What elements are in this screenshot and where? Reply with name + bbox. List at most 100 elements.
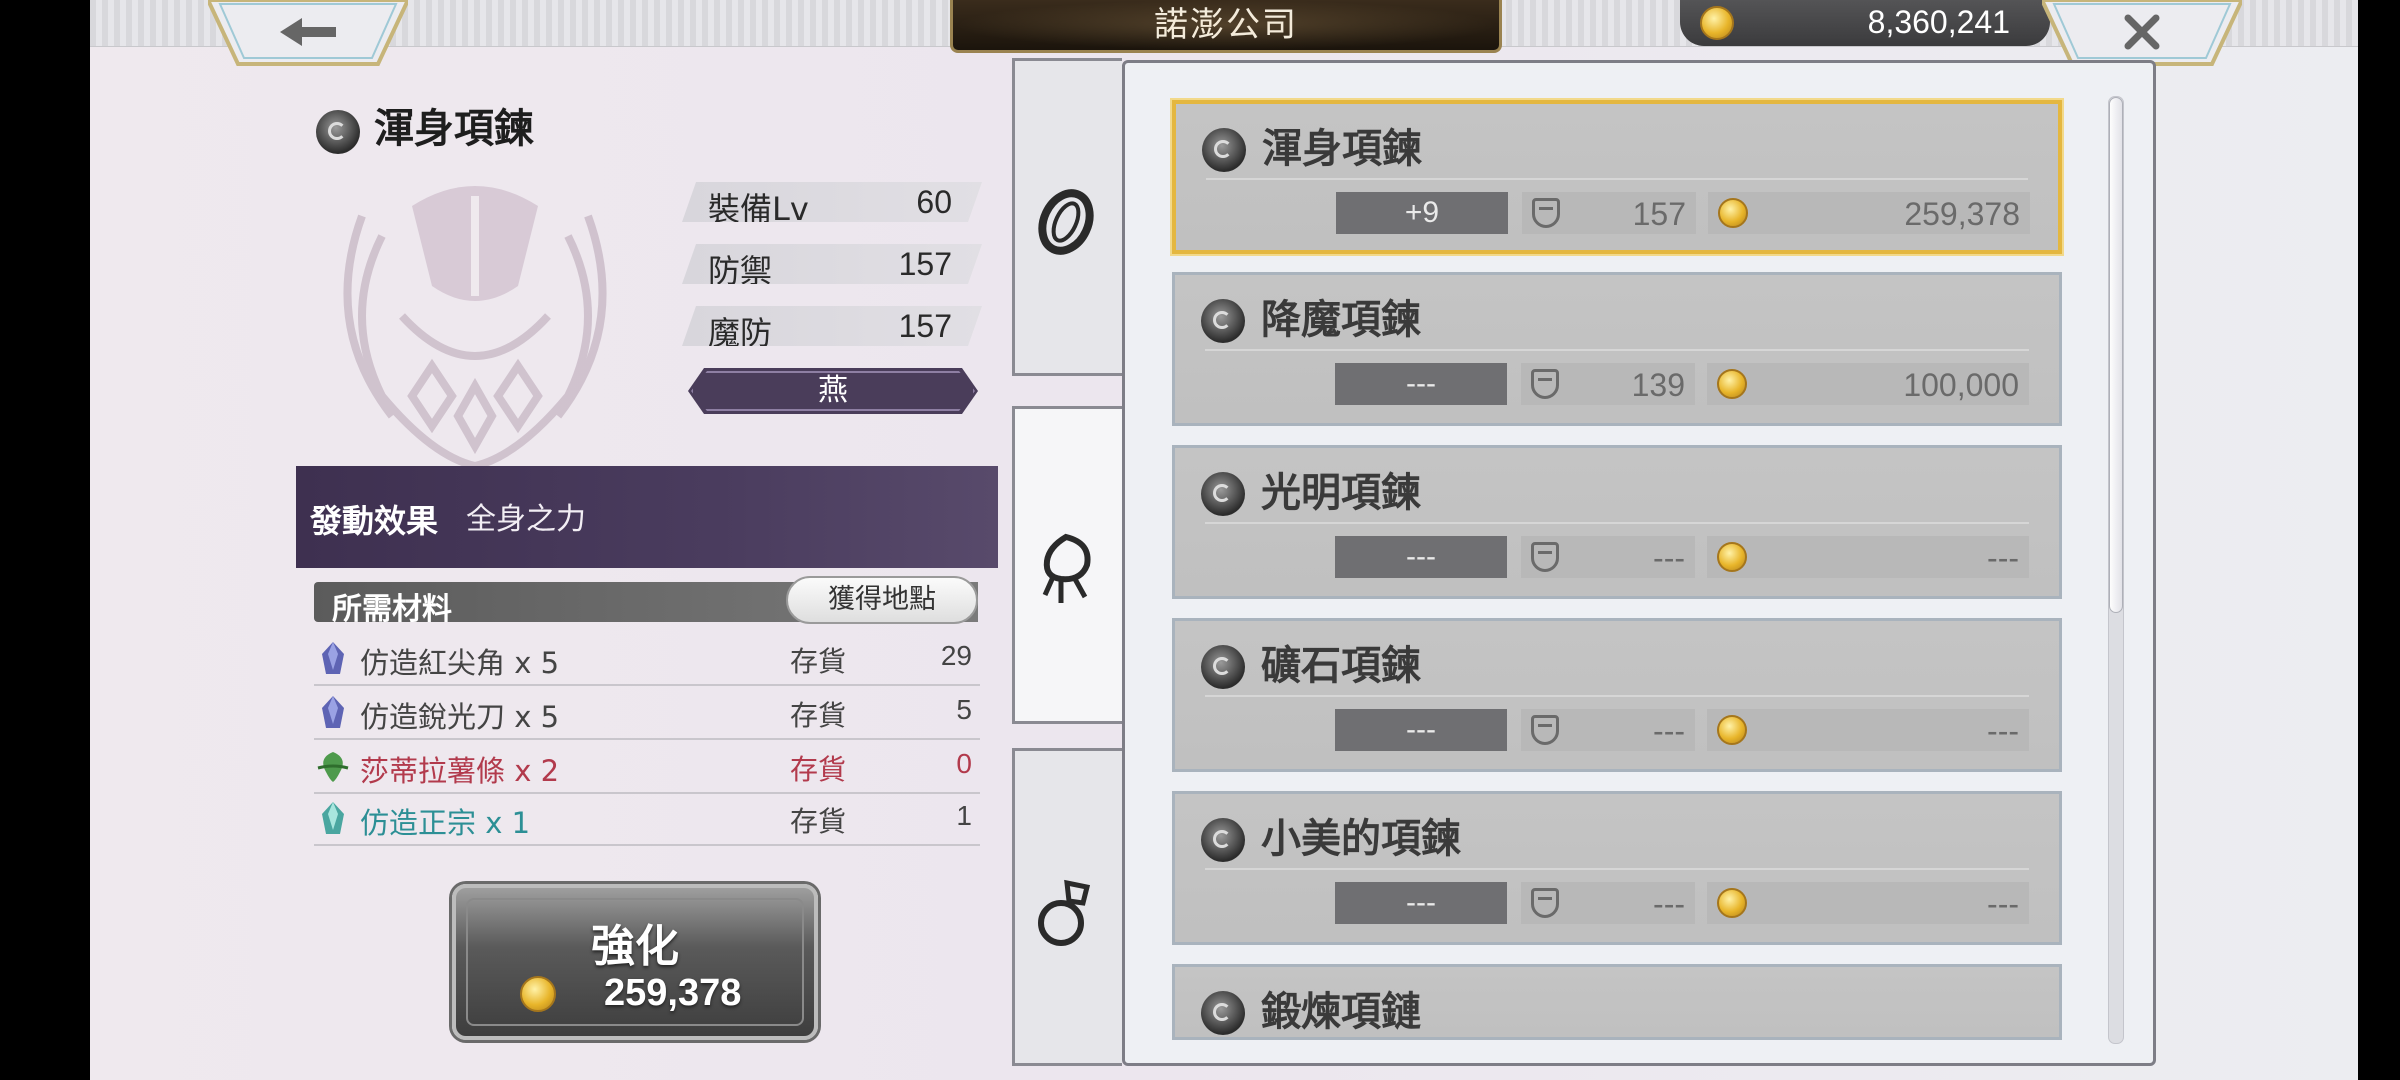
material-name: 仿造紅尖角 x 5 <box>360 646 560 680</box>
stat-magic-defense: 魔防 157 <box>682 306 982 346</box>
equipment-name: 光明項鍊 <box>1261 469 1421 516</box>
arrow-left-icon <box>208 0 408 66</box>
stat-level: 裝備Lv 60 <box>682 182 982 222</box>
price-value: 259,378 <box>1904 196 2020 232</box>
defense-box: --- <box>1521 536 1695 578</box>
scroll-thumb[interactable] <box>2109 97 2123 613</box>
upgrade-level: --- <box>1335 363 1507 405</box>
defense-box: 139 <box>1521 363 1695 405</box>
defense-box: --- <box>1521 882 1695 924</box>
price-box: --- <box>1707 709 2029 751</box>
crystal-icon <box>322 696 344 728</box>
enhance-label: 強化 <box>591 921 679 972</box>
character-tag: 燕 <box>688 368 978 414</box>
material-row: 仿造銳光刀 x 5 存貨 5 <box>314 686 980 740</box>
equipment-name: 小美的項鍊 <box>1261 815 1461 862</box>
equipment-name: 渾身項鍊 <box>1262 125 1422 172</box>
price-box: 100,000 <box>1707 363 2029 405</box>
stock-count: 29 <box>940 640 972 671</box>
stock-count: 1 <box>956 800 972 831</box>
upgrade-level: --- <box>1335 882 1507 924</box>
enhance-button[interactable]: 強化 259,378 <box>452 884 818 1040</box>
coin-icon <box>520 976 556 1012</box>
necklace-gear-icon <box>1201 299 1245 343</box>
divider <box>1205 868 2029 870</box>
stock-label: 存貨 <box>790 645 847 678</box>
price-value: --- <box>1987 540 2019 576</box>
leaf-icon <box>317 752 349 782</box>
coin-icon <box>1717 542 1747 572</box>
shield-icon <box>1531 369 1559 399</box>
equipment-card-2[interactable]: 光明項鍊 --- --- --- <box>1172 445 2062 599</box>
material-row: 仿造紅尖角 x 5 存貨 29 <box>314 632 980 686</box>
material-name: 仿造正宗 x 1 <box>360 806 531 840</box>
stat-value: 157 <box>898 308 952 344</box>
equipment-card-3[interactable]: 礦石項鍊 --- --- --- <box>1172 618 2062 772</box>
stock-label: 存貨 <box>790 699 847 732</box>
item-title: 渾身項鍊 <box>316 96 534 154</box>
shop-title: 諾澎公司 <box>950 0 1502 53</box>
upgrade-level: +9 <box>1336 192 1508 234</box>
shield-icon <box>1532 198 1560 228</box>
stat-label: 魔防 <box>708 314 773 352</box>
list-scrollbar[interactable] <box>2108 96 2124 1044</box>
ring-tab[interactable] <box>1012 748 1122 1066</box>
stat-defense: 防禦 157 <box>682 244 982 284</box>
defense-value: --- <box>1653 540 1685 576</box>
effect-bar: 發動效果 全身之力 <box>296 466 998 568</box>
defense-box: 157 <box>1522 192 1696 234</box>
price-value: --- <box>1987 713 2019 749</box>
equipment-card-5[interactable]: 鍛煉項鏈 <box>1172 964 2062 1040</box>
stat-label: 防禦 <box>708 252 773 290</box>
stock-count: 5 <box>956 694 972 725</box>
necklace-gear-icon <box>1201 645 1245 689</box>
gold-counter: 8,360,241 <box>1680 0 2050 46</box>
materials-title: 所需材料 <box>332 592 452 627</box>
equipment-card-4[interactable]: 小美的項鍊 --- --- --- <box>1172 791 2062 945</box>
crystal-icon <box>322 802 344 834</box>
equipment-card-1[interactable]: 降魔項鍊 --- 139 100,000 <box>1172 272 2062 426</box>
price-box: 259,378 <box>1708 192 2030 234</box>
divider <box>1205 522 2029 524</box>
necklace-icon <box>1042 533 1091 603</box>
stat-value: 60 <box>916 184 952 220</box>
material-name: 莎蒂拉薯條 x 2 <box>360 754 560 788</box>
defense-box: --- <box>1521 709 1695 751</box>
get-location-button[interactable]: 獲得地點 <box>786 576 978 624</box>
defense-value: 139 <box>1631 367 1685 403</box>
effect-label: 發動效果 <box>310 502 439 540</box>
defense-value: --- <box>1653 713 1685 749</box>
back-button[interactable] <box>208 0 408 66</box>
necklace-emblem-icon <box>343 186 607 471</box>
gold-amount: 8,360,241 <box>1867 4 2010 40</box>
stock-label: 存貨 <box>790 805 847 838</box>
bracelet-tab[interactable] <box>1012 58 1122 376</box>
material-row: 仿造正宗 x 1 存貨 1 <box>314 792 980 846</box>
necklace-tab[interactable] <box>1012 406 1122 724</box>
coin-icon <box>1700 6 1734 40</box>
defense-value: 157 <box>1632 196 1686 232</box>
price-value: 100,000 <box>1903 367 2019 403</box>
equipment-name: 鍛煉項鏈 <box>1261 988 1421 1035</box>
price-box: --- <box>1707 536 2029 578</box>
defense-value: --- <box>1653 886 1685 922</box>
ring-icon <box>1038 879 1091 946</box>
enhance-cost: 259,378 <box>604 972 742 1014</box>
material-name: 仿造銳光刀 x 5 <box>360 700 560 734</box>
shield-icon <box>1531 542 1559 572</box>
close-button[interactable] <box>2042 0 2242 66</box>
stock-count: 0 <box>956 748 972 779</box>
coin-icon <box>1718 198 1748 228</box>
upgrade-level: --- <box>1335 536 1507 578</box>
bracelet-icon <box>1038 189 1094 255</box>
divider <box>1206 178 2028 180</box>
coin-icon <box>1717 888 1747 918</box>
equipment-card-0[interactable]: 渾身項鍊 +9 157 259,378 <box>1172 100 2062 254</box>
upgrade-level: --- <box>1335 709 1507 751</box>
close-icon <box>2042 0 2242 66</box>
necklace-gear-icon <box>316 110 360 154</box>
stat-value: 157 <box>898 246 952 282</box>
price-value: --- <box>1987 886 2019 922</box>
item-name: 渾身項鍊 <box>373 105 534 152</box>
effect-value: 全身之力 <box>466 502 586 537</box>
